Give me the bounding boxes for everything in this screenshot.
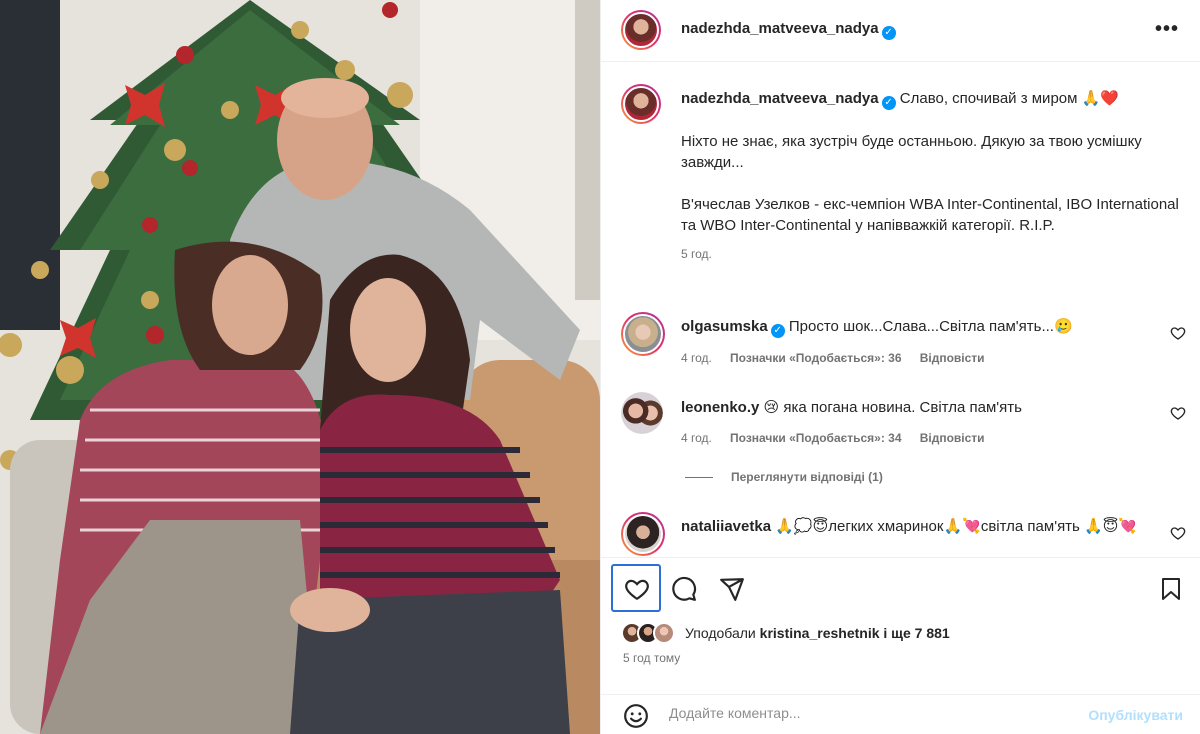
caption-paragraph: Ніхто не знає, яка зустріч буде останньо… [681, 133, 1142, 171]
caption-first-line: Славо, спочивай з миром 🙏❤️ [899, 90, 1119, 107]
caption-time: 5 год. [681, 247, 712, 261]
liked-by-user[interactable]: kristina_reshetnik [760, 625, 880, 641]
post-actions-bar [601, 557, 1200, 617]
caption-avatar[interactable] [621, 84, 661, 124]
comment-likes-count[interactable]: Позначки «Подобається»: 36 [730, 351, 901, 365]
post-comment-button[interactable]: Опублікувати [1088, 707, 1183, 723]
comment-time: 4 год. [681, 431, 712, 445]
author-username[interactable]: nadezhda_matveeva_nadya [681, 20, 879, 37]
post-timestamp: 5 год тому [623, 651, 681, 665]
comment-text: 😢 яка погана новина. Світла пам'ять [763, 399, 1022, 416]
view-replies-label: Переглянути відповіді (1) [731, 470, 883, 484]
liker-avatars [621, 622, 679, 644]
comment-text: 🙏💭😇легких хмаринок🙏💘світла пам'ять 🙏😇💘 [775, 518, 1138, 535]
comment-like-icon[interactable] [1170, 325, 1186, 341]
caption-paragraph: В'ячеслав Узелков - екс-чемпіон WBA Inte… [681, 196, 1179, 234]
author-avatar[interactable] [621, 10, 661, 50]
post-header: nadezhda_matveeva_nadya ✓ ••• [601, 0, 1200, 62]
comment-likes-count[interactable]: Позначки «Подобається»: 34 [730, 431, 901, 445]
verified-icon: ✓ [881, 26, 896, 40]
liked-by-prefix: Уподобали [685, 625, 760, 641]
caption-username[interactable]: nadezhda_matveeva_nadya [681, 90, 879, 107]
emoji-icon[interactable] [623, 703, 649, 729]
comment-icon[interactable] [671, 576, 697, 602]
comment-username[interactable]: olgasumska [681, 318, 768, 335]
comment-avatar[interactable] [621, 312, 665, 356]
add-comment-bar: Опублікувати [601, 694, 1200, 734]
comment-time: 4 год. [681, 351, 712, 365]
view-replies-button[interactable]: Переглянути відповіді (1) [685, 470, 883, 484]
comment-username[interactable]: leonenko.y [681, 399, 759, 416]
comment-like-icon[interactable] [1170, 405, 1186, 421]
reply-button[interactable]: Відповісти [920, 351, 985, 365]
comment-avatar[interactable] [621, 512, 665, 556]
post-caption: nadezhda_matveeva_nadya ✓ Славо, спочивай… [681, 88, 1181, 265]
comment-text: Просто шок...Слава...Світла пам'ять...🥲 [788, 318, 1073, 335]
comment-input[interactable] [669, 705, 1049, 721]
comment-item: leonenko.y 😢 яка погана новина. Світла п… [681, 397, 1141, 449]
replies-divider [685, 477, 713, 479]
post-detail-panel: nadezhda_matveeva_nadya ✓ ••• nadezhda_ma… [600, 0, 1200, 734]
reply-button[interactable]: Відповісти [920, 431, 985, 445]
comment-item: olgasumska ✓ Просто шок...Слава...Світла … [681, 316, 1141, 369]
heart-icon [625, 579, 649, 601]
verified-icon: ✓ [881, 96, 896, 110]
post-photo[interactable] [0, 0, 600, 734]
share-icon[interactable] [719, 576, 745, 602]
comment-item: nataliiavetka 🙏💭😇легких хмаринок🙏💘світла… [681, 516, 1141, 537]
verified-icon: ✓ [770, 324, 785, 338]
comment-avatar[interactable] [621, 392, 663, 434]
save-bookmark-icon[interactable] [1159, 576, 1183, 602]
comment-like-icon[interactable] [1170, 525, 1186, 541]
comment-username[interactable]: nataliiavetka [681, 518, 771, 535]
like-button[interactable] [611, 564, 661, 612]
photo-illustration [0, 0, 600, 734]
more-options-icon[interactable]: ••• [1155, 18, 1179, 41]
liked-by-count[interactable]: і ще 7 881 [880, 625, 949, 641]
